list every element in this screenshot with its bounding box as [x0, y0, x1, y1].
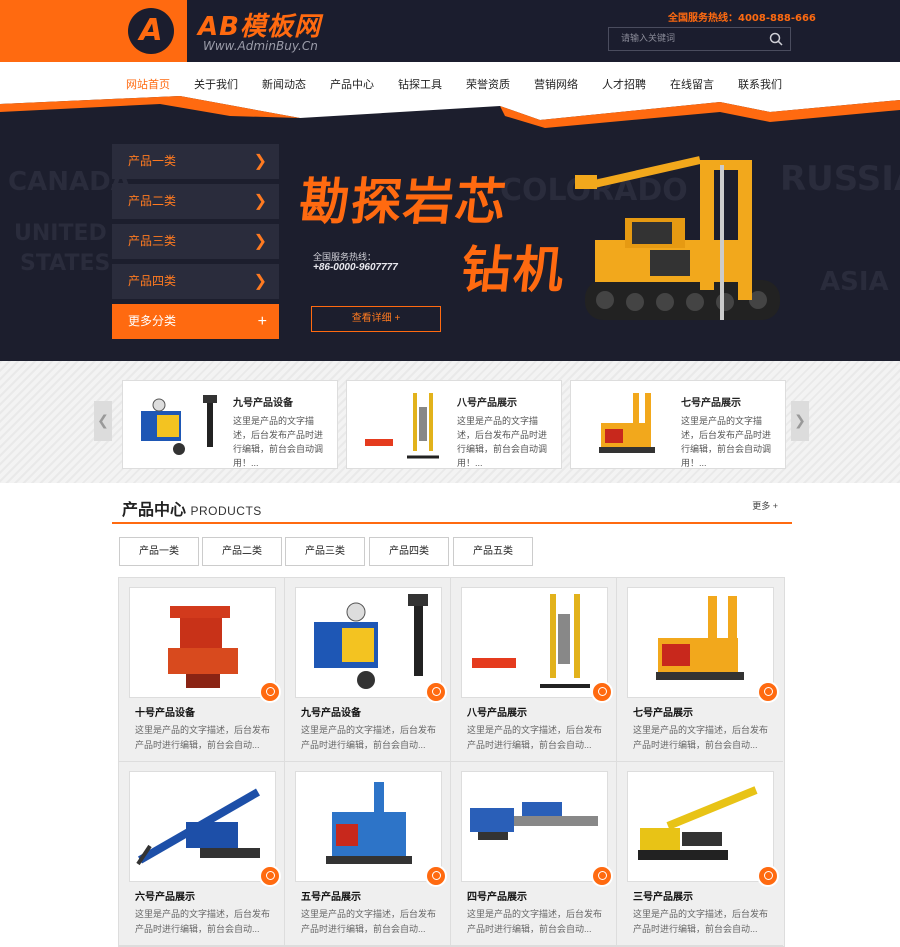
product-title[interactable]: 五号产品展示	[301, 888, 361, 903]
product-title[interactable]: 十号产品设备	[135, 704, 195, 719]
logo-mark[interactable]: A	[128, 8, 174, 54]
side-category-1[interactable]: 产品一类 ❯	[112, 144, 279, 179]
featured-card[interactable]: 九号产品设备 这里是产品的文字描述，后台发布产品时进行编辑，前台会自动调用！..…	[122, 380, 338, 469]
tab-category-4[interactable]: 产品四类	[369, 537, 449, 566]
product-desc: 这里是产品的文字描述，后台发布产品时进行编辑，前台会自动...	[633, 725, 769, 750]
header-hotline: 全国服务热线：4008-888-666	[668, 13, 816, 24]
search-icon[interactable]	[769, 32, 783, 46]
logo-text[interactable]: AB模板网	[198, 6, 321, 43]
featured-title: 九号产品设备	[233, 398, 293, 409]
product-desc: 这里是产品的文字描述，后台发布产品时进行编辑，前台会自动...	[633, 909, 769, 934]
product-card[interactable]: 四号产品展示 这里是产品的文字描述，后台发布产品时进行编辑，前台会自动...	[451, 762, 617, 946]
featured-title: 七号产品展示	[681, 398, 741, 409]
product-thumbnail	[365, 393, 439, 459]
tab-category-1[interactable]: 产品一类	[119, 537, 199, 566]
product-title[interactable]: 八号产品展示	[467, 704, 527, 719]
product-image[interactable]	[129, 771, 281, 887]
svg-text:RUSSIA: RUSSIA	[780, 159, 900, 199]
side-category-2[interactable]: 产品二类 ❯	[112, 184, 279, 219]
zoom-icon[interactable]	[259, 865, 281, 887]
product-card[interactable]: 七号产品展示 这里是产品的文字描述，后台发布产品时进行编辑，前台会自动...	[617, 578, 783, 762]
featured-card[interactable]: 八号产品展示 这里是产品的文字描述，后台发布产品时进行编辑，前台会自动调用！..…	[346, 380, 562, 469]
side-category-label: 产品二类	[128, 194, 177, 208]
tab-category-3[interactable]: 产品三类	[285, 537, 365, 566]
product-card[interactable]: 三号产品展示 这里是产品的文字描述，后台发布产品时进行编辑，前台会自动...	[617, 762, 783, 946]
zoom-icon[interactable]	[425, 681, 447, 703]
chevron-right-icon: ❯	[253, 233, 267, 250]
side-category-3[interactable]: 产品三类 ❯	[112, 224, 279, 259]
logo-url: Www.AdminBuy.Cn	[203, 39, 318, 53]
zoom-icon[interactable]	[591, 865, 613, 887]
product-card[interactable]: 六号产品展示 这里是产品的文字描述，后台发布产品时进行编辑，前台会自动...	[119, 762, 285, 946]
slider-next-button[interactable]: ❯	[791, 401, 809, 441]
search-input[interactable]	[609, 28, 759, 50]
product-card[interactable]: 八号产品展示 这里是产品的文字描述，后台发布产品时进行编辑，前台会自动...	[451, 578, 617, 762]
chevron-right-icon: ❯	[253, 273, 267, 290]
svg-text:STATES: STATES	[20, 251, 110, 276]
product-card[interactable]: 五号产品展示 这里是产品的文字描述，后台发布产品时进行编辑，前台会自动...	[285, 762, 451, 946]
zoom-icon[interactable]	[259, 681, 281, 703]
section-title: 产品中心 PRODUCTS	[122, 496, 262, 520]
product-image[interactable]	[461, 587, 613, 703]
product-title[interactable]: 九号产品设备	[301, 704, 361, 719]
product-title[interactable]: 四号产品展示	[467, 888, 527, 903]
product-thumbnail	[141, 395, 217, 455]
product-desc: 这里是产品的文字描述，后台发布产品时进行编辑，前台会自动...	[135, 725, 271, 750]
featured-desc: 这里是产品的文字描述，后台发布产品时进行编辑，前台会自动调用！...	[233, 416, 324, 468]
hero-banner: CANADA UNITED STATES COLORADO RUSSIA ASI…	[0, 90, 900, 361]
view-details-button[interactable]: 查看详细 +	[311, 306, 441, 332]
section-title-cn: 产品中心	[122, 502, 187, 519]
product-desc: 这里是产品的文字描述，后台发布产品时进行编辑，前台会自动...	[467, 725, 603, 750]
side-category-label: 产品三类	[128, 234, 177, 248]
product-title[interactable]: 七号产品展示	[633, 704, 693, 719]
banner-hotline-number: +86-0000-9607777	[313, 262, 398, 273]
product-image[interactable]	[627, 771, 779, 887]
product-image[interactable]	[129, 587, 281, 703]
tab-category-2[interactable]: 产品二类	[202, 537, 282, 566]
side-more-label: 更多分类	[128, 314, 177, 328]
svg-text:UNITED: UNITED	[14, 221, 107, 246]
product-image[interactable]	[295, 771, 447, 887]
plus-icon: +	[257, 313, 267, 330]
side-more-categories[interactable]: 更多分类 +	[112, 304, 279, 339]
chevron-right-icon: ❯	[253, 193, 267, 210]
banner-slogan-line1: 勘探岩芯	[296, 173, 511, 231]
featured-card[interactable]: 七号产品展示 这里是产品的文字描述，后台发布产品时进行编辑，前台会自动调用！..…	[570, 380, 786, 469]
product-image[interactable]	[627, 587, 779, 703]
product-desc: 这里是产品的文字描述，后台发布产品时进行编辑，前台会自动...	[301, 725, 437, 750]
banner-slogan-line2: 钻机	[458, 241, 569, 299]
product-card[interactable]: 九号产品设备 这里是产品的文字描述，后台发布产品时进行编辑，前台会自动...	[285, 578, 451, 762]
featured-desc: 这里是产品的文字描述，后台发布产品时进行编辑，前台会自动调用！...	[681, 416, 772, 468]
zoom-icon[interactable]	[591, 681, 613, 703]
zoom-icon[interactable]	[425, 865, 447, 887]
site-header: A AB模板网 Www.AdminBuy.Cn 全国服务热线：4008-888-…	[0, 0, 900, 62]
product-card[interactable]: 十号产品设备 这里是产品的文字描述，后台发布产品时进行编辑，前台会自动...	[119, 578, 285, 762]
slider-prev-button[interactable]: ❮	[94, 401, 112, 441]
product-image[interactable]	[461, 771, 613, 887]
products-section-header: 产品中心 PRODUCTS 更多 +	[112, 492, 792, 524]
chevron-right-icon: ❯	[253, 153, 267, 170]
side-category-4[interactable]: 产品四类 ❯	[112, 264, 279, 299]
featured-desc: 这里是产品的文字描述，后台发布产品时进行编辑，前台会自动调用！...	[457, 416, 548, 468]
tab-category-5[interactable]: 产品五类	[453, 537, 533, 566]
product-grid: 十号产品设备 这里是产品的文字描述，后台发布产品时进行编辑，前台会自动... 九…	[118, 577, 785, 947]
search-box	[608, 27, 791, 51]
product-desc: 这里是产品的文字描述，后台发布产品时进行编辑，前台会自动...	[135, 909, 271, 934]
product-title[interactable]: 三号产品展示	[633, 888, 693, 903]
product-title[interactable]: 六号产品展示	[135, 888, 195, 903]
product-desc: 这里是产品的文字描述，后台发布产品时进行编辑，前台会自动...	[301, 909, 437, 934]
featured-title: 八号产品展示	[457, 398, 517, 409]
more-link[interactable]: 更多 +	[752, 499, 778, 512]
zoom-icon[interactable]	[757, 865, 779, 887]
product-desc: 这里是产品的文字描述，后台发布产品时进行编辑，前台会自动...	[467, 909, 603, 934]
section-title-en: PRODUCTS	[190, 504, 262, 518]
zoom-icon[interactable]	[757, 681, 779, 703]
side-category-label: 产品四类	[128, 274, 177, 288]
product-thumbnail	[599, 393, 655, 453]
side-category-label: 产品一类	[128, 154, 177, 168]
product-image[interactable]	[295, 587, 447, 703]
svg-text:ASIA: ASIA	[820, 267, 889, 297]
